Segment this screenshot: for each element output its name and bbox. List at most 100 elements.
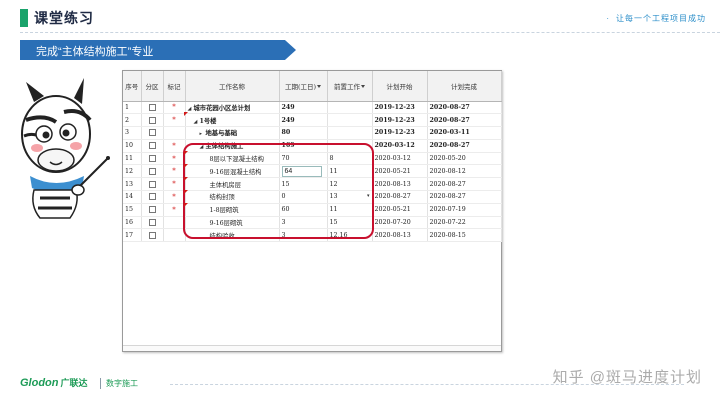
task-pred[interactable]: 8: [327, 152, 373, 166]
col-header-name[interactable]: 工作名称: [185, 71, 280, 102]
chevron-down-icon[interactable]: [361, 85, 365, 89]
table-row[interactable]: 1 * ◢ 城市花园小区总计划 249 2019-12-23 2020-08-27: [123, 101, 502, 115]
zone-checkbox[interactable]: [148, 155, 156, 163]
task-name[interactable]: 结构验收: [210, 233, 235, 240]
row-number: 3: [123, 126, 142, 140]
zebra-mascot-icon: [21, 78, 110, 219]
section-banner-text: 完成“主体结构施工”专业: [36, 46, 154, 58]
table-header-row: 序号 分区 标记 工作名称 工期(工日) 前置工作 计划开始 计划完成: [123, 71, 502, 102]
col-header-pred[interactable]: 前置工作: [327, 71, 373, 102]
task-name[interactable]: 地基与基础: [206, 130, 237, 137]
task-name[interactable]: 主体结构施工: [206, 143, 244, 150]
task-start[interactable]: 2020-08-13: [372, 177, 428, 192]
col-header-start[interactable]: 计划开始: [372, 71, 428, 102]
zone-checkbox[interactable]: [148, 167, 156, 175]
task-name[interactable]: 9-16层混凝土结构: [210, 169, 262, 176]
task-duration[interactable]: 15: [279, 177, 328, 192]
task-name[interactable]: 城市花园小区总计划: [194, 105, 251, 112]
dropdown-arrow-icon[interactable]: ▾: [367, 193, 370, 199]
task-finish[interactable]: 2020-08-27: [427, 113, 502, 128]
table-row[interactable]: 16 9-16层砌筑 3 15 2020-07-20 2020-07-22: [123, 216, 502, 230]
table-row[interactable]: 3 ▸ 地基与基础 80 2019-12-23 2020-03-11: [123, 126, 502, 140]
task-duration[interactable]: 70: [279, 152, 328, 166]
task-finish[interactable]: 2020-08-27: [427, 177, 502, 192]
task-start[interactable]: 2020-07-20: [372, 216, 428, 230]
table-row[interactable]: 2 * ◢ 1号楼 249 2019-12-23 2020-08-27: [123, 113, 502, 128]
table-row[interactable]: 11 * 8层以下混凝土结构 70 8 2020-03-12 2020-05-2…: [123, 152, 502, 166]
slogan-text: 让每一个工程项目成功: [616, 14, 706, 23]
task-pred[interactable]: [327, 126, 373, 140]
task-duration[interactable]: 3: [279, 228, 328, 243]
zone-checkbox[interactable]: [148, 193, 156, 201]
task-finish[interactable]: 2020-08-27: [427, 139, 502, 153]
task-duration[interactable]: 0: [279, 190, 328, 204]
task-finish[interactable]: 2020-08-15: [427, 228, 502, 243]
task-finish[interactable]: 2020-03-11: [427, 126, 502, 140]
flag-marker-icon: [184, 190, 188, 194]
task-name[interactable]: 9-16层砌筑: [210, 220, 243, 227]
task-start[interactable]: 2019-12-23: [372, 126, 428, 140]
task-start[interactable]: 2020-08-13: [372, 228, 428, 243]
task-name[interactable]: 结构封顶: [210, 194, 235, 201]
chevron-down-icon[interactable]: [317, 85, 322, 89]
task-pred[interactable]: [327, 101, 373, 115]
table-row[interactable]: 13 * 主体机房层 15 12 2020-08-13 2020-08-27: [123, 177, 502, 192]
col-header-no[interactable]: 序号: [123, 71, 142, 102]
task-start[interactable]: 2019-12-23: [372, 101, 428, 115]
footer-separator: [100, 378, 101, 389]
task-finish[interactable]: 2020-07-19: [427, 203, 502, 217]
col-header-finish[interactable]: 计划完成: [427, 71, 502, 102]
task-start[interactable]: 2020-05-21: [372, 164, 428, 179]
task-finish[interactable]: 2020-07-22: [427, 216, 502, 230]
zone-checkbox[interactable]: [148, 129, 156, 137]
task-duration[interactable]: 249: [279, 101, 328, 115]
flag-marker-icon: [184, 203, 188, 207]
zone-checkbox[interactable]: [148, 231, 156, 239]
task-start[interactable]: 2020-03-12: [372, 139, 428, 153]
task-finish[interactable]: 2020-08-27: [427, 190, 502, 204]
task-duration[interactable]: 3: [279, 216, 328, 230]
task-name[interactable]: 8层以下混凝土结构: [210, 156, 264, 163]
logo-text: Glodon: [20, 377, 59, 389]
task-pred[interactable]: [327, 113, 373, 128]
task-duration[interactable]: 169: [279, 139, 328, 153]
task-finish[interactable]: 2020-05-20: [427, 152, 502, 166]
task-pred[interactable]: 12,16: [327, 228, 373, 243]
zone-checkbox[interactable]: [148, 206, 156, 214]
task-start[interactable]: 2020-03-12: [372, 152, 428, 166]
task-name[interactable]: 1号楼: [200, 118, 217, 125]
col-header-pred-label: 前置工作: [334, 82, 360, 91]
schedule-table: 序号 分区 标记 工作名称 工期(工日) 前置工作 计划开始 计划完成 1 * …: [123, 71, 502, 243]
task-pred[interactable]: 11: [327, 164, 373, 179]
task-finish[interactable]: 2020-08-27: [427, 101, 502, 115]
table-row[interactable]: 14 * 结构封顶 0 13 ▾ 2020-08-27 2020-08-27: [123, 190, 502, 204]
table-row[interactable]: 12 * 9-16层混凝土结构 64 11 2020-05-21 2020-08…: [123, 164, 502, 179]
col-header-mark[interactable]: 标记: [163, 71, 186, 102]
table-row[interactable]: 10 * ◢ 主体结构施工 169 2020-03-12 2020-08-27: [123, 139, 502, 153]
task-finish[interactable]: 2020-08-12: [427, 164, 502, 179]
row-number: 1: [123, 101, 142, 115]
task-pred[interactable]: 11: [327, 203, 373, 217]
task-duration[interactable]: 80: [279, 126, 328, 140]
task-pred[interactable]: [327, 139, 373, 153]
zone-checkbox[interactable]: [148, 219, 156, 227]
task-name[interactable]: 1-8层砌筑: [210, 207, 239, 214]
task-name[interactable]: 主体机房层: [210, 182, 241, 189]
task-start[interactable]: 2020-05-21: [372, 203, 428, 217]
table-row[interactable]: 15 * 1-8层砌筑 60 11 2020-05-21 2020-07-19: [123, 203, 502, 217]
zone-checkbox[interactable]: [148, 116, 156, 124]
task-start[interactable]: 2020-08-27: [372, 190, 428, 204]
task-pred[interactable]: 12: [327, 177, 373, 192]
zone-checkbox[interactable]: [148, 180, 156, 188]
task-duration[interactable]: 60: [279, 203, 328, 217]
task-duration[interactable]: 249: [279, 113, 328, 128]
task-pred-cell[interactable]: 13 ▾: [327, 190, 373, 204]
duration-edit-input[interactable]: 64: [281, 165, 322, 177]
zone-checkbox[interactable]: [148, 142, 156, 150]
task-pred[interactable]: 15: [327, 216, 373, 230]
col-header-zone[interactable]: 分区: [141, 71, 164, 102]
task-start[interactable]: 2019-12-23: [372, 113, 428, 128]
col-header-duration[interactable]: 工期(工日): [279, 71, 328, 102]
table-row[interactable]: 17 结构验收 3 12,16 2020-08-13 2020-08-15: [123, 228, 502, 243]
zone-checkbox[interactable]: [148, 103, 156, 111]
